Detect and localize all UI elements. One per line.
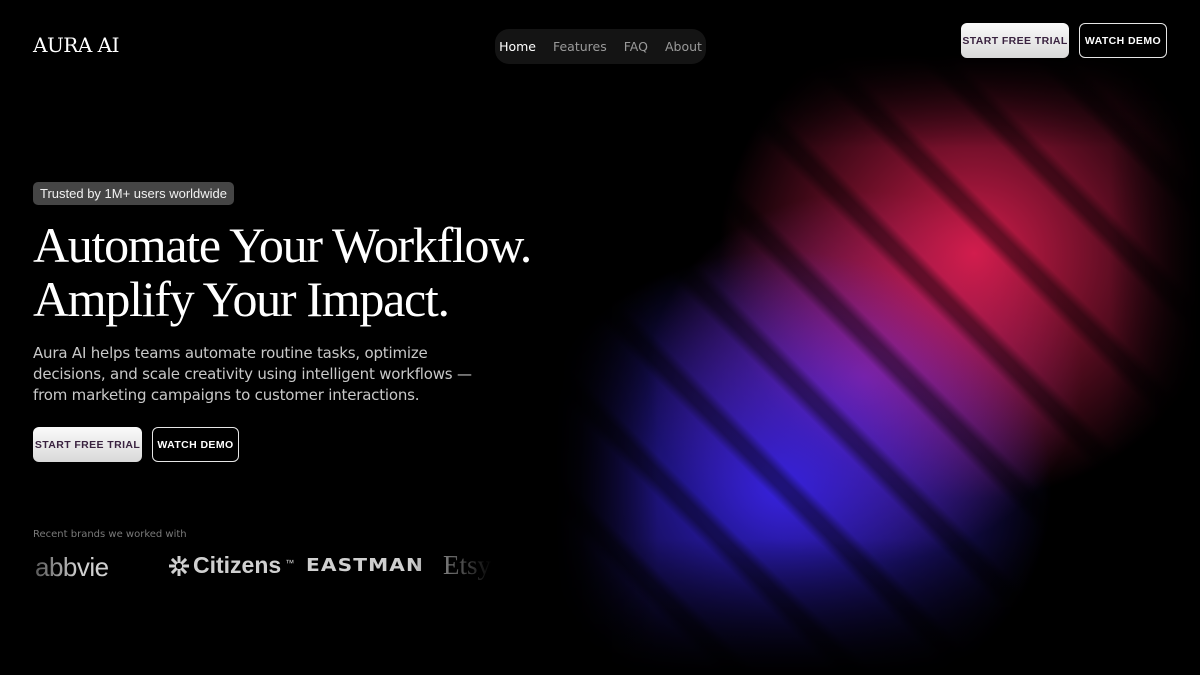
nav-features[interactable]: Features xyxy=(553,39,607,54)
hero-gradient-art xyxy=(555,55,1200,675)
brand-citizens-logo: Citizens ™ xyxy=(169,552,294,579)
nav-home[interactable]: Home xyxy=(499,39,536,54)
hero-description: Aura AI helps teams automate routine tas… xyxy=(33,344,472,404)
citizens-mark-icon xyxy=(169,555,189,576)
citizens-wordmark: Citizens xyxy=(193,552,282,578)
citizens-trademark: ™ xyxy=(285,558,295,568)
headline-line-2: Amplify Your Impact. xyxy=(33,271,450,327)
landing-page: AURA AI Home Features FAQ About START FR… xyxy=(0,0,1200,675)
logo[interactable]: AURA AI xyxy=(33,33,120,57)
main-nav: Home Features FAQ About xyxy=(495,29,706,64)
header-start-trial-button[interactable]: START FREE TRIAL xyxy=(961,23,1069,58)
brand-eastman-logo: EASTMAN xyxy=(306,555,425,576)
brand-abbvie-logo: abbvie xyxy=(35,552,109,582)
edge-fade xyxy=(555,55,1200,675)
headline-line-1: Automate Your Workflow. xyxy=(33,217,532,273)
nav-faq[interactable]: FAQ xyxy=(624,39,648,54)
hero-watch-demo-button[interactable]: WATCH DEMO xyxy=(152,427,239,462)
hero-headline: Automate Your Workflow. Amplify Your Imp… xyxy=(33,217,532,327)
brand-logos: abbvie Citizens ™ EASTMAN Etsy xyxy=(33,550,493,590)
brands-label: Recent brands we worked with xyxy=(33,529,187,540)
brand-etsy-logo: Etsy xyxy=(443,550,492,580)
hero-start-trial-button[interactable]: START FREE TRIAL xyxy=(33,427,142,462)
header-watch-demo-button[interactable]: WATCH DEMO xyxy=(1079,23,1167,58)
trust-badge: Trusted by 1M+ users worldwide xyxy=(33,182,235,205)
nav-about[interactable]: About xyxy=(665,39,702,54)
